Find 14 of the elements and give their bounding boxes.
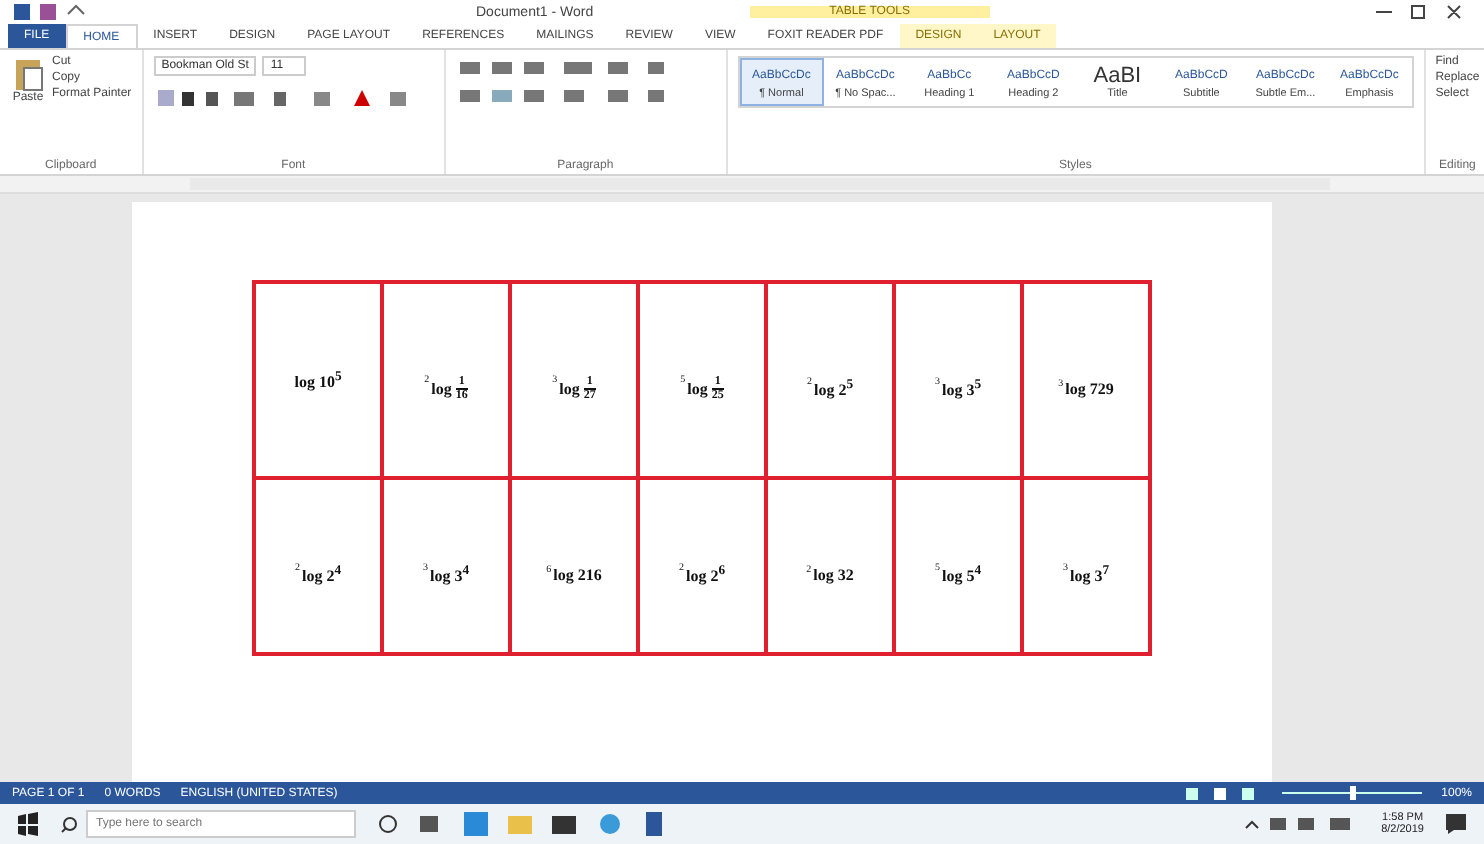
notification-icon[interactable] <box>1444 812 1468 836</box>
log-expression: $^{3}$log 3$^{5}$ <box>934 378 982 401</box>
log-expression: $^{3}$log 3$^{4}$ <box>422 564 470 587</box>
log-expression: $^{5}$log 5$^{4}$ <box>934 564 982 587</box>
log-expression: $^{2}$log 32 <box>806 566 854 585</box>
log-expression: $^{6}$log 216 <box>546 566 602 585</box>
log-expression: log 10$^{5}$ <box>294 370 342 392</box>
log-expression: $^{2}$log 2$^{4}$ <box>294 564 342 587</box>
log-expression: $^{2}$log 2$^{6}$ <box>678 564 726 587</box>
start-icon[interactable] <box>16 812 40 836</box>
log-expression: $^{2}$log 2$^{5}$ <box>806 378 854 401</box>
search-icon <box>60 815 78 833</box>
log-expression: $^{3}$log 3$^{7}$ <box>1062 564 1110 587</box>
log-expression: $^{3}$log 729 <box>1058 380 1114 399</box>
